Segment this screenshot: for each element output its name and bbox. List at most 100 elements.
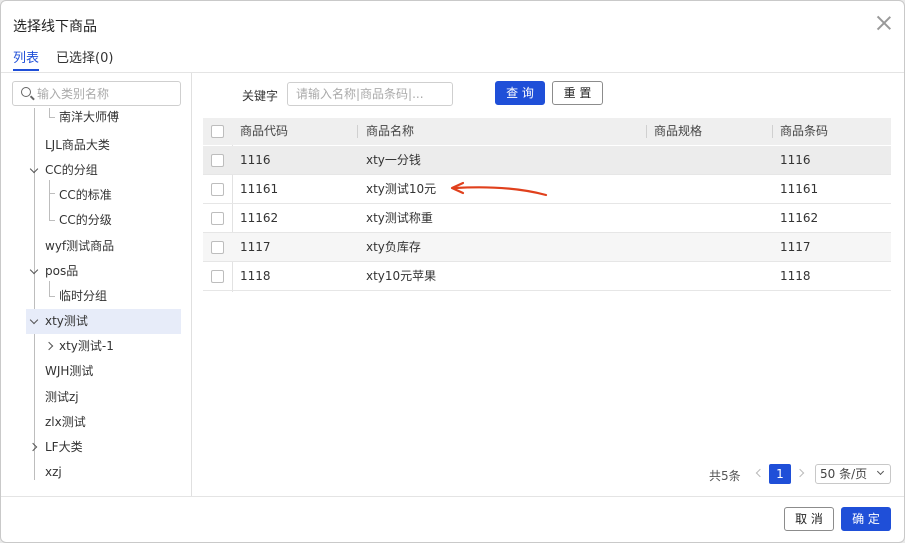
tree-node-nanyang[interactable]: 南洋大师傅 [59, 108, 119, 130]
tree-node-label: wyf测试商品 [45, 239, 115, 253]
chevron-down-icon[interactable] [29, 259, 41, 284]
chevron-right-icon[interactable] [29, 435, 41, 460]
chevron-down-icon [876, 467, 885, 476]
cell-name: xty10元苹果 [366, 269, 437, 283]
column-header-barcode: 商品条码 [780, 124, 829, 138]
tree-guide-line [49, 220, 55, 221]
keyword-input[interactable] [287, 82, 453, 106]
tab-list[interactable]: 列表 [13, 47, 39, 66]
tree-node-ljl[interactable]: LJL商品大类 [45, 133, 110, 158]
tree-node-label: CC的分级 [59, 213, 112, 227]
tree-node-label: LJL商品大类 [45, 138, 110, 152]
tree-node-cc-grade[interactable]: CC的分级 [59, 208, 112, 233]
category-tree: 南洋大师傅 LJL商品大类 CC的分组 CC的标准 CC的分级 wyf测试商品 … [1, 108, 191, 493]
row-checkbox[interactable] [211, 241, 224, 254]
tree-node-xzj[interactable]: xzj [45, 460, 62, 485]
cell-barcode: 11161 [780, 182, 819, 196]
category-search-input[interactable] [37, 84, 177, 103]
category-tree-panel: 南洋大师傅 LJL商品大类 CC的分组 CC的标准 CC的分级 wyf测试商品 … [1, 73, 192, 496]
tree-node-wyf[interactable]: wyf测试商品 [45, 234, 114, 259]
tree-node-label: CC的分组 [45, 163, 98, 177]
table-row[interactable]: 1116 xty一分钱 1116 [203, 146, 891, 175]
column-separator [772, 125, 773, 138]
column-header-code: 商品代码 [240, 124, 289, 138]
tree-node-label: LF大类 [45, 440, 83, 454]
cell-code: 1117 [240, 240, 271, 254]
tree-node-label: pos品 [45, 264, 79, 278]
tree-node-label: 临时分组 [59, 289, 108, 303]
column-header-spec: 商品规格 [654, 124, 703, 138]
tree-node-cc-group[interactable]: CC的分组 [45, 158, 98, 183]
pagination-total: 共5条 [709, 469, 741, 483]
chevron-down-icon[interactable] [29, 309, 41, 334]
tree-node-wjh[interactable]: WJH测试 [45, 359, 93, 384]
page-size-select[interactable]: 50 条/页 [815, 464, 891, 484]
cell-name: xty一分钱 [366, 153, 421, 167]
cancel-button[interactable]: 取 消 [784, 507, 834, 531]
tree-node-label: 测试zj [45, 390, 79, 404]
tree-node-label: xty测试 [45, 314, 88, 328]
tab-selected[interactable]: 已选择(0) [56, 47, 113, 66]
tree-node-label: xzj [45, 465, 62, 479]
confirm-button[interactable]: 确 定 [841, 507, 891, 531]
cell-code: 11162 [240, 211, 279, 225]
tree-node-label: CC的标准 [59, 188, 112, 202]
table-row[interactable]: 1117 xty负库存 1117 [203, 233, 891, 262]
cell-name: xty负库存 [366, 240, 421, 254]
tree-guide-line [49, 108, 50, 117]
select-all-checkbox[interactable] [211, 125, 224, 138]
tree-guide-line [49, 193, 55, 194]
cell-barcode: 11162 [780, 211, 819, 225]
tree-node-cc-standard[interactable]: CC的标准 [59, 183, 112, 208]
keyword-label: 关键字 [242, 89, 279, 103]
cell-barcode: 1116 [780, 153, 811, 167]
tree-guide-line [49, 117, 55, 118]
table-row[interactable]: 1118 xty10元苹果 1118 [203, 262, 891, 291]
tree-node-test-zj[interactable]: 测试zj [45, 385, 79, 410]
tree-node-label: xty测试-1 [59, 339, 114, 353]
pagination-page[interactable]: 1 [769, 464, 791, 484]
chevron-right-icon[interactable] [45, 334, 57, 359]
chevron-right-icon[interactable] [795, 464, 807, 484]
chevron-left-icon[interactable] [753, 464, 765, 484]
row-checkbox[interactable] [211, 183, 224, 196]
tree-node-xty-test[interactable]: xty测试 [26, 309, 181, 334]
tree-guide-line [34, 108, 35, 117]
cell-barcode: 1118 [780, 269, 811, 283]
cell-code: 1116 [240, 153, 271, 167]
annotation-arrow-icon [450, 181, 548, 197]
search-button[interactable]: 查 询 [495, 81, 545, 105]
column-header-name: 商品名称 [366, 124, 415, 138]
active-tab-indicator [13, 69, 39, 71]
tree-node-label: WJH测试 [45, 364, 94, 378]
table-row[interactable]: 11162 xty测试称重 11162 [203, 204, 891, 233]
tree-node-pos[interactable]: pos品 [45, 259, 78, 284]
close-icon[interactable] [876, 15, 892, 31]
tree-guide-line [49, 180, 50, 221]
cell-code: 11161 [240, 182, 279, 196]
tree-node-zlx[interactable]: zlx测试 [45, 410, 86, 435]
column-separator [357, 125, 358, 138]
chevron-down-icon[interactable] [29, 158, 41, 183]
row-checkbox[interactable] [211, 212, 224, 225]
tree-node-temp-group[interactable]: 临时分组 [59, 284, 107, 309]
cell-barcode: 1117 [780, 240, 811, 254]
footer-divider [1, 496, 904, 497]
category-search-box[interactable] [12, 81, 181, 106]
tree-guide-line [49, 296, 55, 297]
search-icon [21, 87, 31, 97]
reset-button[interactable]: 重 置 [552, 81, 603, 105]
tree-node-lf[interactable]: LF大类 [45, 435, 83, 460]
tree-node-label: 南洋大师傅 [59, 110, 120, 124]
column-separator [646, 125, 647, 138]
cell-name: xty测试10元 [366, 182, 437, 196]
row-checkbox[interactable] [211, 154, 224, 167]
page-size-value: 50 条/页 [820, 467, 868, 481]
tree-node-label: zlx测试 [45, 415, 86, 429]
row-checkbox[interactable] [211, 270, 224, 283]
tree-node-xty-test-1[interactable]: xty测试-1 [59, 334, 114, 359]
cell-name: xty测试称重 [366, 211, 433, 225]
table-header: 商品代码 商品名称 商品规格 商品条码 [203, 118, 891, 145]
select-offline-product-dialog: 选择线下商品 列表 已选择(0) 南洋大师傅 LJL商品大类 C [0, 0, 905, 543]
dialog-title: 选择线下商品 [13, 19, 97, 35]
